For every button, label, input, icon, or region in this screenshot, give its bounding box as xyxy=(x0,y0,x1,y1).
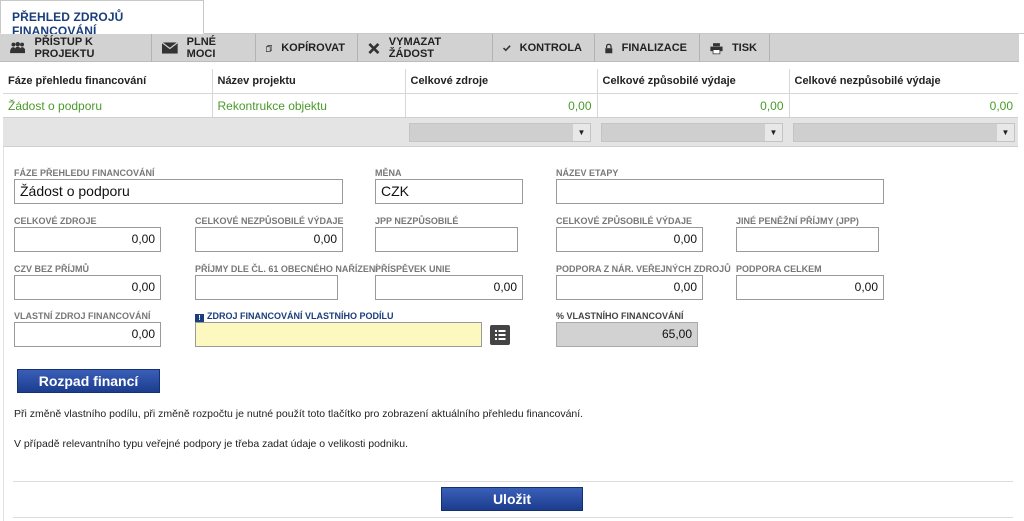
list-icon xyxy=(495,330,506,340)
filter-celkove-nezpusobile-select[interactable]: ▼ xyxy=(793,123,1015,142)
detail-form: FÁZE PŘEHLEDU FINANCOVÁNÍ Žádost o podpo… xyxy=(3,147,1018,521)
podpora-celkem-label: PODPORA CELKEM xyxy=(736,264,822,274)
zdroj-vlastniho-podilu-label-text: ZDROJ FINANCOVÁNÍ VLASTNÍHO PODÍLU xyxy=(207,311,394,321)
chevron-down-icon: ▼ xyxy=(997,124,1014,141)
jpp-nezpusobile-label: JPP NEZPŮSOBILÉ xyxy=(375,216,459,226)
zdroj-vlastniho-podilu-field[interactable] xyxy=(195,322,482,347)
celkove-nezpusobile-label: CELKOVÉ NEZPŮSOBILÉ VÝDAJE xyxy=(195,216,344,226)
checkmark-icon xyxy=(503,45,511,52)
envelope-icon xyxy=(162,42,178,54)
kontrola-label: KONTROLA xyxy=(519,42,582,54)
podpora-nar-label: PODPORA Z NÁR. VEŘEJNÝCH ZDROJŮ xyxy=(556,264,731,274)
czv-label: CZV BEZ PŘÍJMŮ xyxy=(14,264,90,274)
tisk-button[interactable]: TISK xyxy=(700,34,770,62)
pristup-k-projektu-label: PŘÍSTUP K PROJEKTU xyxy=(34,36,95,60)
procento-vlastniho-field: 65,00 xyxy=(556,322,698,347)
celkove-nezpusobile-field[interactable]: 0,00 xyxy=(195,227,343,252)
cell-nazev-projektu[interactable]: Rekontrukce objektu xyxy=(212,93,406,118)
nazev-etapy-field[interactable] xyxy=(556,179,884,204)
pristup-k-projektu-button[interactable]: PŘÍSTUP K PROJEKTU xyxy=(0,34,152,62)
cell-celkove-zpusobile[interactable]: 0,00 xyxy=(597,93,790,118)
prispevek-field[interactable]: 0,00 xyxy=(375,275,523,300)
divider xyxy=(13,517,1013,518)
kopirovat-button[interactable]: KOPÍROVAT xyxy=(256,34,358,62)
note-zmena-podilu: Při změně vlastního podílu, při změně ro… xyxy=(14,408,584,420)
printer-icon xyxy=(710,42,723,54)
cell-faze[interactable]: Žádost o podporu xyxy=(3,93,213,118)
mena-field[interactable]: CZK xyxy=(375,179,523,204)
column-header-celkove-nezpusobile[interactable]: Celkové nezpůsobilé výdaje xyxy=(789,69,1018,94)
vlastni-zdroj-field[interactable]: 0,00 xyxy=(14,322,161,347)
celkove-zpusobile-field[interactable]: 0,00 xyxy=(556,227,703,252)
vymazat-zadost-button[interactable]: VYMAZAT ŽÁDOST xyxy=(358,34,493,62)
filter-celkove-zpusobile-select[interactable]: ▼ xyxy=(601,123,783,142)
copy-icon xyxy=(266,44,273,52)
lock-icon xyxy=(605,43,613,53)
kontrola-button[interactable]: KONTROLA xyxy=(493,34,595,62)
plne-moci-button[interactable]: PLNÉ MOCI xyxy=(152,34,256,62)
vymazat-zadost-label: VYMAZAT ŽÁDOST xyxy=(388,36,442,60)
jine-prijmy-field[interactable] xyxy=(736,227,879,252)
table-row[interactable]: Žádost o podporu Rekontrukce objektu 0,0… xyxy=(3,93,1018,118)
column-header-nazev-projektu[interactable]: Název projektu xyxy=(212,69,406,94)
faze-field[interactable]: Žádost o podporu xyxy=(14,179,343,204)
financing-grid: Fáze přehledu financování Název projektu… xyxy=(3,69,1018,118)
column-header-faze[interactable]: Fáze přehledu financování xyxy=(3,69,213,94)
filter-celkove-zdroje-select[interactable]: ▼ xyxy=(409,123,591,142)
column-header-celkove-zpusobile[interactable]: Celkové způsobilé výdaje xyxy=(597,69,790,94)
chevron-down-icon: ▼ xyxy=(573,124,590,141)
celkove-zdroje-label: CELKOVÉ ZDROJE xyxy=(14,216,97,226)
podpora-nar-field[interactable]: 0,00 xyxy=(556,275,703,300)
procento-vlastniho-label: % VLASTNÍHO FINANCOVÁNÍ xyxy=(556,311,684,321)
grid-filter-row: ▼ ▼ ▼ xyxy=(3,117,1018,147)
jine-prijmy-label: JINÉ PENĚŽNÍ PŘÍJMY (JPP) xyxy=(736,216,859,226)
plne-moci-label: PLNÉ MOCI xyxy=(186,36,217,60)
tab-prehled-zdroju-financovani[interactable]: PŘEHLED ZDROJŮ FINANCOVÁNÍ xyxy=(0,0,204,38)
grid-header-row: Fáze přehledu financování Název projektu… xyxy=(3,69,1018,94)
vlastni-zdroj-label: VLASTNÍ ZDROJ FINANCOVÁNÍ xyxy=(14,311,151,321)
prijmy61-field[interactable] xyxy=(195,275,338,300)
nazev-etapy-label: NÁZEV ETAPY xyxy=(556,168,619,178)
podpora-celkem-field[interactable]: 0,00 xyxy=(736,275,884,300)
divider xyxy=(13,481,1013,482)
people-icon xyxy=(10,41,26,54)
tisk-label: TISK xyxy=(731,42,757,54)
czv-field[interactable]: 0,00 xyxy=(14,275,161,300)
mena-label: MĚNA xyxy=(375,168,402,178)
tab-bar: PŘEHLED ZDROJŮ FINANCOVÁNÍ xyxy=(0,0,1024,38)
toolbar: PŘÍSTUP K PROJEKTU PLNÉ MOCI KOPÍROVAT V… xyxy=(0,34,1019,62)
celkove-zpusobile-label: CELKOVÉ ZPŮSOBILÉ VÝDAJE xyxy=(556,216,693,226)
kopirovat-label: KOPÍROVAT xyxy=(281,42,345,54)
list-picker-button[interactable] xyxy=(490,325,510,345)
rozpad-financi-button[interactable]: Rozpad financí xyxy=(17,369,160,393)
faze-label: FÁZE PŘEHLEDU FINANCOVÁNÍ xyxy=(14,168,155,178)
prispevek-label: PŘÍSPĚVEK UNIE xyxy=(375,264,451,274)
celkove-zdroje-field[interactable]: 0,00 xyxy=(14,227,161,252)
cell-celkove-zdroje[interactable]: 0,00 xyxy=(405,93,598,118)
column-header-celkove-zdroje[interactable]: Celkové zdroje xyxy=(405,69,598,94)
prijmy61-label: PŘÍJMY DLE ČL. 61 OBECNÉHO NAŘÍZENÍ xyxy=(195,264,378,274)
ulozit-button[interactable]: Uložit xyxy=(441,487,583,511)
chevron-down-icon: ▼ xyxy=(765,124,782,141)
note-verejna-podpora: V případě relevantního typu veřejné podp… xyxy=(14,438,409,450)
finalizace-label: FINALIZACE xyxy=(621,42,687,54)
cell-celkove-nezpusobile[interactable]: 0,00 xyxy=(789,93,1018,118)
x-icon xyxy=(368,42,380,54)
jpp-nezpusobile-field[interactable] xyxy=(375,227,518,252)
finalizace-button[interactable]: FINALIZACE xyxy=(595,34,700,62)
